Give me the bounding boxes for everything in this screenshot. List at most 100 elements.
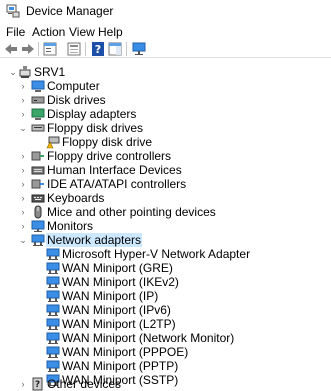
tree-item-human-interface-devices[interactable]: › Human Interface Devices [0,163,331,177]
chevron-right-icon[interactable]: › [18,379,28,389]
tree-child-floppy-disk-drive[interactable]: Floppy disk drive [0,135,331,149]
tree-item-floppy-disk-drives[interactable]: ⌄ Floppy disk drives [0,121,331,135]
svg-text:?: ? [35,380,40,390]
toolbar: ? [0,40,331,58]
tree-item-label: WAN Miniport (IP) [62,289,159,303]
tree-item-display-adapters[interactable]: › Display adapters [0,107,331,121]
chevron-right-icon[interactable]: › [18,151,28,161]
chevron-right-icon[interactable]: › [18,221,28,231]
tree-child-network-adapter[interactable]: WAN Miniport (L2TP) [0,317,331,331]
tree-item-label: SRV1 [34,65,66,79]
menu-help[interactable]: Help [98,25,123,39]
tree-item-label: Monitors [47,219,94,233]
tree-item-label: WAN Miniport (L2TP) [62,317,176,331]
chevron-right-icon[interactable]: › [18,95,28,105]
tree-item-label: Other devices [47,377,122,391]
tree-root[interactable]: ⌄ SRV1 [0,65,331,79]
network-adapter-icon [46,248,60,260]
tree-child-network-adapter[interactable]: WAN Miniport (IP) [0,289,331,303]
window-title: Device Manager [26,4,114,18]
network-adapter-icon [46,360,60,372]
menu-view[interactable]: View [69,25,95,39]
tree-item-network-adapters[interactable]: ⌄ Network adapters [0,233,331,247]
tree-item-label: Computer [47,79,100,93]
tree-item-label: WAN Miniport (PPPOE) [62,345,189,359]
tree-child-network-adapter[interactable]: WAN Miniport (PPTP) [0,359,331,373]
tree-item-label: Network adapters [46,233,143,247]
display-adapter-icon [31,108,45,120]
tree-item-ide-controllers[interactable]: › IDE ATA/ATAPI controllers [0,177,331,191]
chevron-down-icon[interactable]: ⌄ [8,67,18,77]
mouse-icon [34,205,42,219]
chevron-right-icon[interactable]: › [18,109,28,119]
network-adapter-icon [46,262,60,274]
tree-child-network-adapter[interactable]: Microsoft Hyper-V Network Adapter [0,247,331,261]
keyboard-icon [31,194,45,203]
tree-item-label: WAN Miniport (Network Monitor) [62,331,235,345]
tree-item-disk-drives[interactable]: › Disk drives [0,93,331,107]
floppy-disk-icon [31,124,45,132]
floppy-controller-icon [31,151,44,161]
title-bar: Device Manager [0,0,331,22]
monitor-icon [31,220,45,232]
network-adapter-icon [46,318,60,330]
network-adapter-icon [46,304,60,316]
network-adapter-icon [46,332,60,344]
computer-root-icon [19,66,31,78]
tree-item-label: Human Interface Devices [47,163,182,177]
menu-action[interactable]: Action [32,25,65,39]
network-adapter-icon [31,234,45,246]
tree-item-label: Mice and other pointing devices [47,205,216,219]
chevron-right-icon[interactable]: › [18,165,28,175]
tree-child-network-adapter[interactable]: WAN Miniport (GRE) [0,261,331,275]
network-adapter-icon [46,276,60,288]
computer-icon [31,80,45,92]
device-tree: ⌄ SRV1 › Computer › Disk drives › Displa… [0,59,331,391]
tree-item-monitors[interactable]: › Monitors [0,219,331,233]
tree-item-label: Disk drives [47,93,106,107]
tree-item-mice[interactable]: › Mice and other pointing devices [0,205,331,219]
tree-item-label: Display adapters [47,107,137,121]
tree-item-label: WAN Miniport (IKEv2) [62,275,179,289]
forward-arrow-icon[interactable] [20,41,36,57]
tree-item-label: WAN Miniport (PPTP) [62,359,179,373]
menu-bar: File Action View Help [0,23,331,41]
toolbar-separator [85,42,86,56]
chevron-right-icon[interactable]: › [18,179,28,189]
tree-item-label: IDE ATA/ATAPI controllers [47,177,187,191]
tree-child-network-adapter[interactable]: WAN Miniport (IPv6) [0,303,331,317]
network-adapter-icon [46,290,60,302]
tree-item-other-devices[interactable]: › ? Other devices [0,377,331,391]
menu-file[interactable]: File [6,25,25,39]
toolbar-separator [38,42,39,56]
tree-item-computer[interactable]: › Computer [0,79,331,93]
tree-item-keyboards[interactable]: › Keyboards [0,191,331,205]
ide-controller-icon [31,179,44,189]
properties-icon[interactable] [66,41,82,57]
device-manager-icon [6,4,20,18]
network-adapter-icon [46,346,60,358]
chevron-right-icon[interactable]: › [18,81,28,91]
chevron-down-icon[interactable]: ⌄ [18,123,28,133]
tree-item-label: WAN Miniport (GRE) [62,261,173,275]
tree-child-network-adapter[interactable]: WAN Miniport (Network Monitor) [0,331,331,345]
back-arrow-icon[interactable] [3,41,19,57]
tree-item-label: Floppy disk drives [47,121,144,135]
tree-item-label: Floppy drive controllers [47,149,172,163]
chevron-right-icon[interactable]: › [18,207,28,217]
tree-child-network-adapter[interactable]: WAN Miniport (PPPOE) [0,345,331,359]
show-hide-tree-icon[interactable] [42,41,58,57]
tree-item-floppy-drive-controllers[interactable]: › Floppy drive controllers [0,149,331,163]
other-devices-icon: ? [32,377,43,391]
monitor-icon[interactable] [131,41,147,57]
help-icon[interactable]: ? [90,41,106,57]
floppy-disk-warning-icon [46,136,60,149]
chevron-right-icon[interactable]: › [18,193,28,203]
tree-item-label: Microsoft Hyper-V Network Adapter [62,247,251,261]
chevron-down-icon[interactable]: ⌄ [18,235,28,245]
tree-child-network-adapter[interactable]: WAN Miniport (IKEv2) [0,275,331,289]
tree-item-label: Floppy disk drive [62,135,153,149]
action-pane-icon[interactable] [107,41,123,57]
toolbar-separator [126,42,127,56]
tree-item-label: Keyboards [47,191,105,205]
